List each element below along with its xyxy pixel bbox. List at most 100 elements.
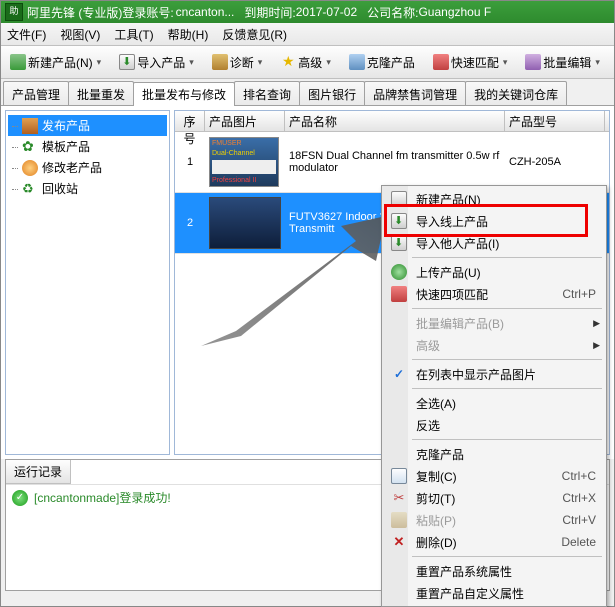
ctx-invert[interactable]: 反选 — [384, 414, 604, 436]
upload-icon — [391, 264, 407, 280]
tabstrip: 产品管理 批量重发 批量发布与修改 排名查询 图片银行 品牌禁售词管理 我的关键… — [1, 79, 614, 106]
cell-image: FMUSER Dual-Channel Professional II — [205, 135, 285, 189]
check-icon: ✓ — [394, 367, 404, 381]
quick-icon — [391, 286, 407, 302]
tree-publish[interactable]: 发布产品 — [8, 115, 167, 136]
ctx-quick4[interactable]: 快速四项匹配Ctrl+P — [384, 283, 604, 305]
ctx-new[interactable]: 新建产品(N) — [384, 188, 604, 210]
tb-diag[interactable]: 诊断▾ — [207, 51, 268, 74]
tab-batch-resend[interactable]: 批量重发 — [68, 81, 134, 105]
menubar: 文件(F) 视图(V) 工具(T) 帮助(H) 反馈意见(R) — [1, 23, 614, 46]
tree-panel: 发布产品 ✿模板产品 修改老产品 ♻回收站 — [5, 110, 170, 455]
separator — [412, 388, 602, 389]
product-thumb: FMUSER Dual-Channel Professional II — [209, 137, 279, 187]
new-icon — [10, 54, 26, 70]
separator — [412, 556, 602, 557]
tab-rank-query[interactable]: 排名查询 — [234, 81, 300, 105]
app-icon: 助 — [5, 3, 23, 21]
title-company-label: 公司名称: — [367, 4, 418, 21]
chevron-down-icon: ▾ — [595, 57, 600, 68]
ctx-cut[interactable]: ✂剪切(T)Ctrl+X — [384, 487, 604, 509]
col-seq[interactable]: 序号 — [175, 111, 205, 131]
batch-icon — [525, 54, 541, 70]
toolbar: 新建产品(N)▾ ⬇导入产品▾ 诊断▾ ★高级▾ 克隆产品 快速匹配▾ 批量编辑… — [1, 46, 614, 79]
tb-batch[interactable]: 批量编辑▾ — [520, 51, 605, 74]
ok-icon: ✓ — [12, 490, 28, 506]
grid-header: 序号 产品图片 产品名称 产品型号 — [175, 111, 609, 132]
ctx-batch: 批量编辑产品(B)▶ — [384, 312, 604, 334]
tree-modify[interactable]: 修改老产品 — [8, 157, 167, 178]
tab-brand-mgmt[interactable]: 品牌禁售词管理 — [364, 81, 466, 105]
title-expire-value: 2017-07-02 — [296, 5, 357, 19]
diag-icon — [212, 54, 228, 70]
ctx-copy[interactable]: 复制(C)Ctrl+C — [384, 465, 604, 487]
ctx-selall[interactable]: 全选(A) — [384, 392, 604, 414]
tree-template[interactable]: ✿模板产品 — [8, 136, 167, 157]
ctx-del[interactable]: ✕删除(D)Delete — [384, 531, 604, 553]
copy-icon — [391, 468, 407, 484]
tb-clone[interactable]: 克隆产品 — [344, 51, 420, 74]
tab-image-bank[interactable]: 图片银行 — [299, 81, 365, 105]
menu-feedback[interactable]: 反馈意见(R) — [222, 26, 287, 43]
grid-row[interactable]: 1 FMUSER Dual-Channel Professional II 18… — [175, 132, 609, 193]
chevron-down-icon: ▾ — [189, 57, 194, 68]
title-app: 阿里先锋 (专业版)登录账号: — [27, 4, 174, 21]
chevron-down-icon: ▾ — [503, 57, 508, 68]
product-thumb — [209, 197, 281, 249]
edit-icon — [22, 160, 38, 176]
menu-tool[interactable]: 工具(T) — [114, 26, 153, 43]
chevron-down-icon: ▾ — [258, 57, 263, 68]
star-icon: ★ — [280, 54, 296, 70]
chevron-down-icon: ▾ — [326, 57, 331, 68]
cut-icon: ✂ — [394, 490, 405, 506]
gear-icon: ✿ — [22, 139, 38, 155]
import-icon: ⬇ — [119, 54, 135, 70]
ctx-import-other[interactable]: ⬇导入他人产品(I) — [384, 232, 604, 254]
paste-icon — [391, 512, 407, 528]
cell-seq: 2 — [175, 215, 205, 231]
import-icon: ⬇ — [391, 213, 407, 229]
ctx-resetsys[interactable]: 重置产品系统属性 — [384, 560, 604, 582]
chevron-right-icon: ▶ — [593, 340, 600, 351]
tab-batch-publish[interactable]: 批量发布与修改 — [133, 82, 235, 106]
ctx-clone[interactable]: 克隆产品 — [384, 443, 604, 465]
title-company-value: Guangzhou F — [418, 5, 491, 19]
clone-icon — [349, 54, 365, 70]
tb-find[interactable]: 查找 — [613, 51, 614, 74]
separator — [412, 359, 602, 360]
ctx-adv: 高级▶ — [384, 334, 604, 356]
menu-file[interactable]: 文件(F) — [7, 26, 46, 43]
titlebar: 助 阿里先锋 (专业版)登录账号: cncanton... 到期时间: 2017… — [1, 1, 614, 23]
separator — [412, 257, 602, 258]
tree-recycle[interactable]: ♻回收站 — [8, 178, 167, 199]
delete-icon: ✕ — [394, 534, 405, 550]
cell-seq: 1 — [175, 154, 205, 170]
log-tab[interactable]: 运行记录 — [6, 460, 71, 484]
chevron-down-icon: ▾ — [97, 57, 102, 68]
ctx-showimg[interactable]: ✓在列表中显示产品图片 — [384, 363, 604, 385]
ctx-import-online[interactable]: ⬇导入线上产品 — [384, 210, 604, 232]
tb-import[interactable]: ⬇导入产品▾ — [114, 51, 199, 74]
tab-product-mgmt[interactable]: 产品管理 — [3, 81, 69, 105]
import-icon: ⬇ — [391, 235, 407, 251]
menu-help[interactable]: 帮助(H) — [168, 26, 209, 43]
recycle-icon: ♻ — [22, 181, 38, 197]
tb-adv[interactable]: ★高级▾ — [275, 51, 336, 74]
menu-view[interactable]: 视图(V) — [60, 26, 100, 43]
ctx-upload[interactable]: 上传产品(U) — [384, 261, 604, 283]
ctx-paste: 粘贴(P)Ctrl+V — [384, 509, 604, 531]
cell-name: 18FSN Dual Channel fm transmitter 0.5w r… — [285, 148, 505, 176]
new-icon — [391, 191, 407, 207]
ctx-resetcust[interactable]: 重置产品自定义属性 — [384, 582, 604, 604]
col-name[interactable]: 产品名称 — [285, 111, 505, 131]
tab-keyword-store[interactable]: 我的关键词仓库 — [465, 81, 567, 105]
tb-quick[interactable]: 快速匹配▾ — [428, 51, 513, 74]
log-text: [cncantonmade]登录成功! — [34, 489, 171, 506]
col-image[interactable]: 产品图片 — [205, 111, 285, 131]
tb-new[interactable]: 新建产品(N)▾ — [5, 51, 106, 74]
cell-model: CZH-205A — [505, 154, 605, 170]
quick-icon — [433, 54, 449, 70]
col-model[interactable]: 产品型号 — [505, 111, 605, 131]
box-icon — [22, 118, 38, 134]
context-menu: 新建产品(N) ⬇导入线上产品 ⬇导入他人产品(I) 上传产品(U) 快速四项匹… — [381, 185, 607, 607]
